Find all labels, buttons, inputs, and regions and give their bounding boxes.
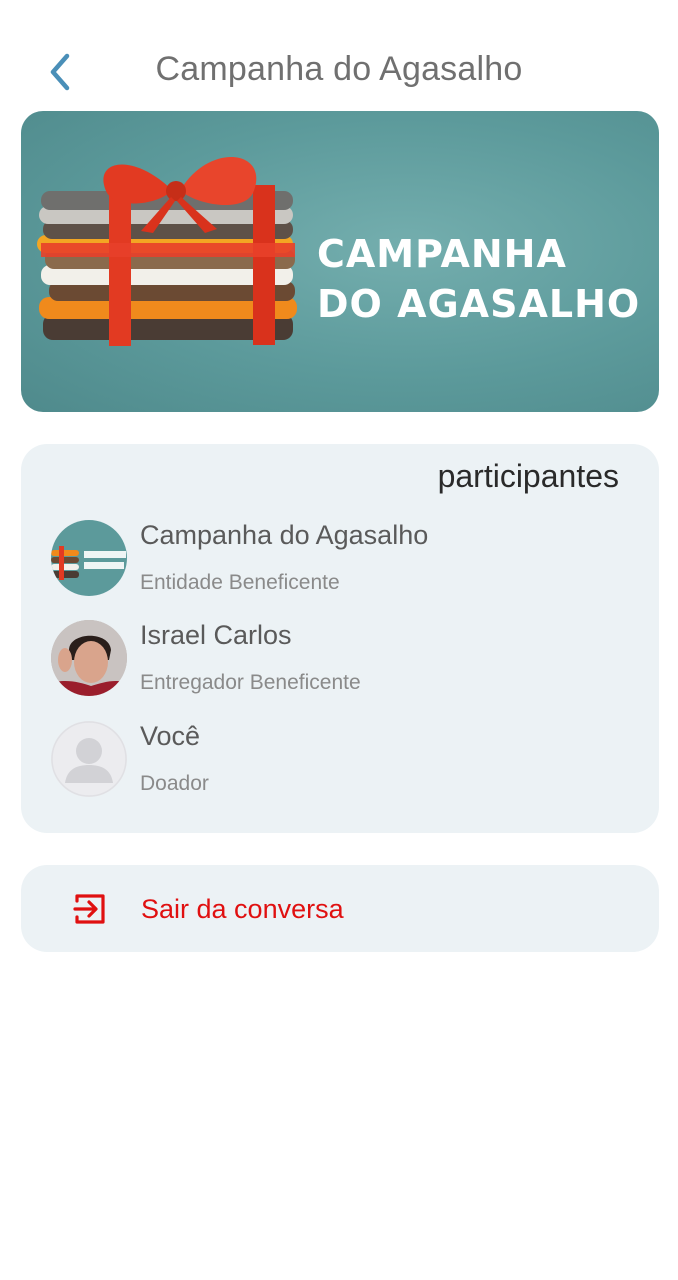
- participant-item-campanha[interactable]: Campanha do Agasalho Entidade Beneficent…: [51, 520, 611, 610]
- banner-line-2: DO AGASALHO: [317, 282, 641, 326]
- default-person-avatar: [51, 721, 127, 797]
- participants-card: participantes Campanha do Agasalho Entid…: [21, 444, 659, 833]
- leave-conversation-button[interactable]: Sair da conversa: [21, 865, 659, 952]
- header: Campanha do Agasalho: [0, 40, 678, 108]
- page-title: Campanha do Agasalho: [155, 50, 523, 88]
- banner-line-1: CAMPANHA: [317, 232, 567, 276]
- campaign-logo-avatar: [51, 520, 127, 596]
- participant-name: Israel Carlos: [140, 620, 292, 650]
- participants-heading: participantes: [437, 458, 619, 494]
- exit-icon: [73, 894, 105, 924]
- participant-role: Entregador Beneficente: [140, 671, 361, 694]
- chat-info-screen: Campanha do Agasalho CAMPANHA DO AGASALH…: [0, 0, 678, 1280]
- participant-item-voce[interactable]: Você Doador: [51, 721, 611, 811]
- participant-role: Entidade Beneficente: [140, 571, 340, 594]
- participant-name: Campanha do Agasalho: [140, 520, 429, 550]
- campaign-banner: CAMPANHA DO AGASALHO: [21, 111, 659, 412]
- banner-text: CAMPANHA DO AGASALHO: [317, 229, 647, 329]
- user-photo-avatar: [51, 620, 127, 696]
- leave-conversation-label: Sair da conversa: [141, 894, 344, 924]
- participant-name: Você: [140, 721, 201, 751]
- participant-role: Doador: [140, 772, 209, 795]
- participant-item-israel[interactable]: Israel Carlos Entregador Beneficente: [51, 620, 611, 710]
